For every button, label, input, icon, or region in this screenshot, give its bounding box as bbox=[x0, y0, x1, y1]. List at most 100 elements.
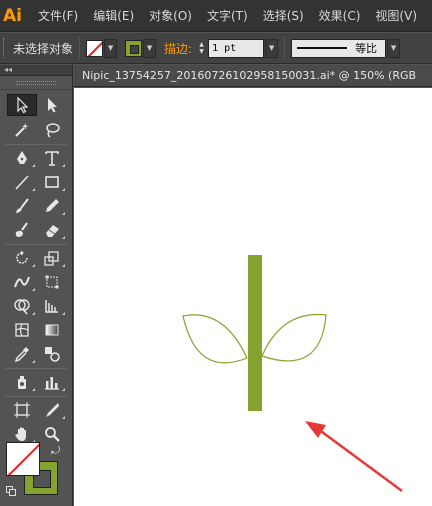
gradient-tool[interactable] bbox=[37, 319, 67, 341]
app-logo: Ai bbox=[2, 5, 22, 26]
chevron-down-icon: ▼ bbox=[390, 44, 397, 52]
zoom-tool-icon bbox=[45, 427, 60, 442]
eyedropper-tool-icon bbox=[14, 347, 29, 363]
annotation-arrow bbox=[317, 427, 403, 493]
menu-bar: Ai 文件(F) 编辑(E) 对象(O) 文字(T) 选择(S) 效果(C) 视… bbox=[0, 0, 432, 32]
profile-line-preview bbox=[297, 47, 348, 49]
eraser-tool-icon bbox=[46, 225, 59, 237]
menu-file[interactable]: 文件(F) bbox=[38, 7, 78, 24]
perspective-grid-tool-icon bbox=[45, 300, 58, 313]
default-fill-stroke-icon[interactable] bbox=[6, 486, 16, 496]
menu-effect[interactable]: 效果(C) bbox=[319, 7, 361, 24]
symbol-sprayer-tool[interactable] bbox=[7, 371, 37, 393]
direct-selection-tool-icon bbox=[48, 98, 57, 113]
control-bar: 未选择对象 ▼ ▼ 描边: ▲ ▼ 1 pt ▼ 等比 ▼ bbox=[0, 33, 432, 64]
eyedropper-tool[interactable] bbox=[7, 343, 37, 365]
artboard-canvas[interactable] bbox=[74, 88, 432, 506]
rotate-tool-icon bbox=[16, 250, 28, 264]
profile-dropdown-button[interactable]: ▼ bbox=[387, 38, 401, 58]
stroke-profile-select[interactable]: 等比 bbox=[291, 38, 387, 58]
line-segment-tool[interactable] bbox=[7, 171, 37, 193]
column-graph-tool-icon bbox=[45, 377, 59, 390]
magic-wand-tool[interactable] bbox=[7, 119, 37, 141]
artboard-tool[interactable] bbox=[7, 399, 37, 421]
divider bbox=[79, 37, 81, 59]
fill-color-swatch[interactable] bbox=[86, 39, 104, 57]
document-tab[interactable]: Nipic_13754257_20160726102958150031.ai* … bbox=[74, 65, 432, 87]
shape-builder-tool-icon bbox=[14, 299, 30, 315]
blob-brush-tool-icon bbox=[15, 222, 28, 237]
document-title: Nipic_13754257_20160726102958150031.ai* … bbox=[82, 69, 417, 82]
stroke-dropdown-button[interactable]: ▼ bbox=[143, 38, 157, 58]
artboard-tool-icon bbox=[14, 402, 30, 418]
menu-view[interactable]: 视图(V) bbox=[375, 7, 417, 24]
swap-fill-stroke-icon[interactable]: ⤾ bbox=[51, 444, 60, 458]
type-tool-icon bbox=[45, 151, 59, 166]
fill-stroke-control: ⤾ bbox=[6, 442, 66, 502]
shape-builder-tool[interactable] bbox=[7, 295, 37, 317]
blob-brush-tool[interactable] bbox=[7, 219, 37, 241]
arrow-head bbox=[305, 421, 326, 438]
chevron-down-icon: ▼ bbox=[268, 44, 275, 52]
rotate-tool[interactable] bbox=[7, 247, 37, 269]
pen-tool-icon bbox=[17, 151, 27, 164]
menu-edit[interactable]: 编辑(E) bbox=[93, 7, 134, 24]
column-graph-tool[interactable] bbox=[37, 371, 67, 393]
width-tool-icon bbox=[14, 276, 30, 288]
menu-items: 文件(F) 编辑(E) 对象(O) 文字(T) 选择(S) 效果(C) 视图(V… bbox=[38, 7, 432, 24]
paintbrush-tool[interactable] bbox=[7, 195, 37, 217]
magic-wand-tool-icon bbox=[15, 123, 29, 137]
profile-label: 等比 bbox=[355, 42, 378, 55]
artwork bbox=[182, 255, 403, 493]
symbol-sprayer-tool-icon bbox=[18, 376, 26, 389]
pen-tool[interactable] bbox=[7, 147, 37, 169]
perspective-grid-tool[interactable] bbox=[37, 295, 67, 317]
blend-tool[interactable] bbox=[37, 343, 67, 365]
mesh-tool-icon bbox=[15, 323, 29, 337]
plant-stem bbox=[248, 255, 262, 411]
tools-panel-grip[interactable] bbox=[0, 76, 72, 90]
tools-panel-collapse[interactable]: ◂◂ bbox=[0, 65, 72, 76]
mesh-tool[interactable] bbox=[7, 319, 37, 341]
free-transform-tool-icon bbox=[45, 275, 59, 289]
chevron-down-icon: ▼ bbox=[146, 44, 153, 52]
scale-tool[interactable] bbox=[37, 247, 67, 269]
pencil-tool-icon bbox=[46, 199, 59, 212]
lasso-tool-icon bbox=[46, 123, 60, 138]
direct-selection-tool[interactable] bbox=[37, 94, 67, 116]
slice-tool[interactable] bbox=[37, 399, 67, 421]
left-leaf bbox=[182, 314, 248, 364]
rectangle-tool[interactable] bbox=[37, 171, 67, 193]
menu-type[interactable]: 文字(T) bbox=[207, 7, 248, 24]
stroke-weight-stepper[interactable]: ▲ ▼ bbox=[195, 39, 208, 58]
stroke-weight-input[interactable]: 1 pt bbox=[208, 38, 265, 58]
selection-tool-icon bbox=[17, 96, 29, 114]
scale-tool-icon bbox=[44, 251, 59, 266]
divider bbox=[284, 37, 286, 59]
hand-tool-icon bbox=[15, 427, 26, 441]
selection-status: 未选择对象 bbox=[13, 41, 74, 56]
free-transform-tool[interactable] bbox=[37, 271, 67, 293]
blend-tool-icon bbox=[45, 347, 60, 362]
gradient-tool-icon bbox=[45, 324, 59, 336]
lasso-tool[interactable] bbox=[37, 119, 67, 141]
control-bar-grip[interactable] bbox=[3, 38, 7, 58]
menu-object[interactable]: 对象(O) bbox=[149, 7, 192, 24]
eraser-tool[interactable] bbox=[37, 219, 67, 241]
stroke-color-swatch[interactable] bbox=[125, 39, 143, 57]
pencil-tool[interactable] bbox=[37, 195, 67, 217]
tools-panel: ◂◂ ⤾ bbox=[0, 65, 73, 506]
chevron-down-icon: ▼ bbox=[107, 44, 114, 52]
selection-tool[interactable] bbox=[7, 94, 37, 116]
menu-select[interactable]: 选择(S) bbox=[263, 7, 304, 24]
slice-tool-icon bbox=[46, 403, 59, 417]
line-segment-tool-icon bbox=[15, 175, 29, 190]
type-tool[interactable] bbox=[37, 147, 67, 169]
stroke-label[interactable]: 描边: bbox=[164, 40, 192, 57]
width-tool[interactable] bbox=[7, 271, 37, 293]
right-leaf bbox=[261, 313, 327, 362]
paintbrush-tool-icon bbox=[16, 198, 29, 213]
fill-dropdown-button[interactable]: ▼ bbox=[104, 38, 118, 58]
stroke-weight-dropdown[interactable]: ▼ bbox=[265, 38, 279, 58]
fill-swatch[interactable] bbox=[6, 442, 40, 476]
